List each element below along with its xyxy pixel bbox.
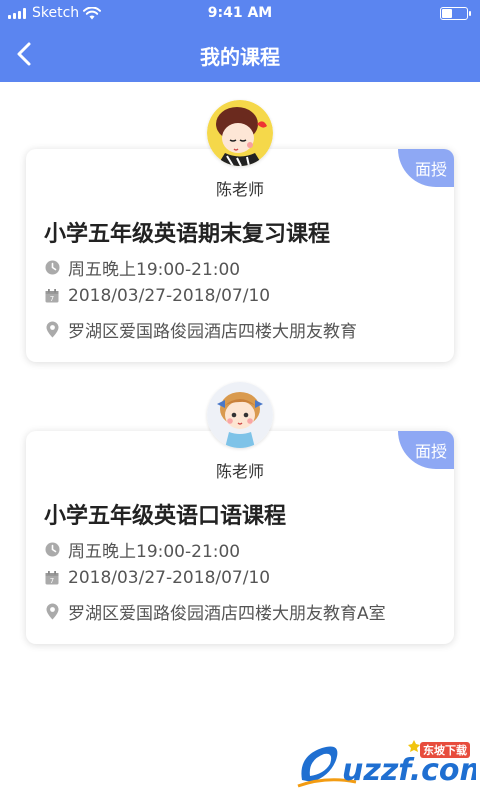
calendar-icon: 7 — [44, 570, 60, 586]
location-pin-icon — [44, 603, 60, 620]
teacher-avatar — [207, 100, 273, 166]
location-text: 罗湖区爱国路俊园酒店四楼大朋友教育A室 — [68, 604, 386, 624]
status-time: 9:41 AM — [207, 5, 273, 21]
calendar-icon: 7 — [44, 288, 60, 304]
course-card[interactable]: 面授 陈老师 小学五年级英语期末复习课程 周五晚上19:00-21:00 7 2… — [26, 149, 454, 362]
battery-icon — [440, 7, 471, 20]
watermark-logo: uzzf.com 东坡下载 — [296, 736, 480, 792]
page-title: 我的课程 — [200, 45, 280, 69]
date-row: 7 2018/03/27-2018/07/10 — [44, 568, 270, 588]
schedule-text: 周五晚上19:00-21:00 — [68, 542, 241, 562]
date-range-text: 2018/03/27-2018/07/10 — [68, 568, 271, 588]
location-row: 罗湖区爱国路俊园酒店四楼大朋友教育 — [44, 317, 357, 342]
date-range-text: 2018/03/27-2018/07/10 — [68, 286, 271, 306]
clock-icon — [44, 542, 60, 558]
course-card-wrap: 面授 陈老师 小学五年级英语期末复习课程 周五晚上19:00-21:00 7 2… — [0, 100, 480, 362]
course-card-wrap: 面授 陈老师 小学五年级英语口语课程 周五晚上19:00-21:00 7 201… — [0, 382, 480, 644]
svg-text:7: 7 — [50, 577, 54, 585]
battery-level — [442, 9, 452, 18]
date-row: 7 2018/03/27-2018/07/10 — [44, 286, 270, 306]
schedule-row: 周五晚上19:00-21:00 — [44, 255, 240, 280]
teacher-avatar — [207, 382, 273, 448]
status-bar: Sketch 9:41 AM — [0, 0, 480, 28]
svg-text:7: 7 — [50, 295, 54, 303]
clock-icon — [44, 260, 60, 276]
course-title: 小学五年级英语期末复习课程 — [44, 222, 331, 247]
course-card[interactable]: 面授 陈老师 小学五年级英语口语课程 周五晚上19:00-21:00 7 201… — [26, 431, 454, 644]
watermark-tag: 东坡下载 — [423, 743, 467, 757]
teacher-name: 陈老师 — [215, 462, 264, 481]
schedule-row: 周五晚上19:00-21:00 — [44, 537, 240, 562]
schedule-text: 周五晚上19:00-21:00 — [68, 260, 241, 280]
course-title: 小学五年级英语口语课程 — [44, 504, 287, 529]
top-bar: Sketch 9:41 AM 我的课程 — [0, 0, 480, 82]
location-pin-icon — [44, 321, 60, 338]
teacher-name: 陈老师 — [215, 180, 264, 199]
location-row: 罗湖区爱国路俊园酒店四楼大朋友教育A室 — [44, 599, 386, 624]
location-text: 罗湖区爱国路俊园酒店四楼大朋友教育 — [68, 322, 357, 342]
watermark-text: uzzf.com — [342, 753, 476, 788]
nav-bar: 我的课程 — [0, 28, 480, 82]
